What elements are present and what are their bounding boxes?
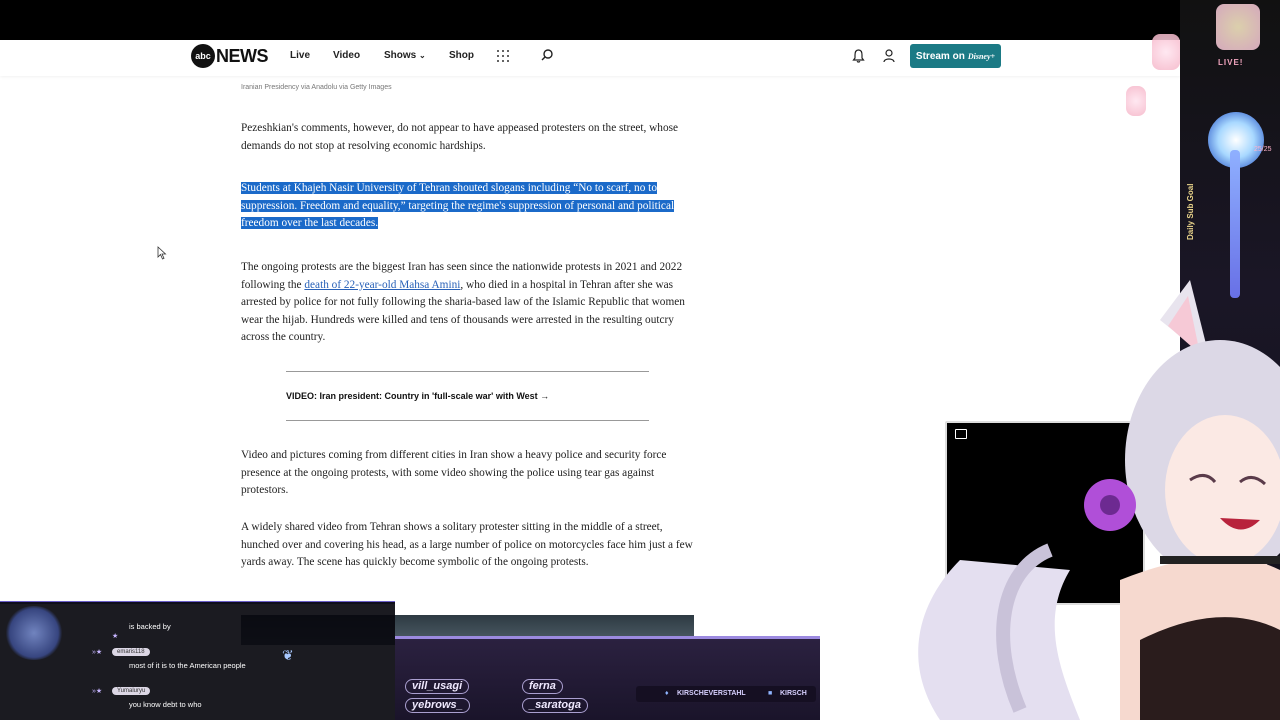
lantern-decoration [1216,4,1260,50]
nav-shop[interactable]: Shop [449,50,474,61]
chat-message: most of it is to the American people [129,661,246,670]
chat-mascot-icon [4,606,64,660]
chat-message: is backed by [129,622,171,631]
ticker-name: yebrows_ [405,698,470,713]
chat-username: Yumaluryu [112,687,151,695]
sub-goal-label: Daily Sub Goal [1186,183,1195,240]
nav-video[interactable]: Video [333,50,360,61]
butterfly-icon: ❦ [282,647,294,663]
related-video-label: VIDEO: Iran president: Country in 'full-… [286,391,538,401]
vtuber-avatar [918,280,1280,720]
abc-news-logo[interactable]: abc NEWS [191,44,269,68]
chat-chevron-icon: »★ [92,649,103,656]
ticker-name: ferna [522,679,563,694]
nav-shows[interactable]: Shows ⌄ [384,50,426,61]
related-video-box: VIDEO: Iran president: Country in 'full-… [286,371,649,421]
article-paragraph-3: The ongoing protests are the biggest Ira… [241,259,697,347]
chat-chevron-icon: ★ [112,633,119,640]
sub-goal-count: 25/25 [1254,146,1272,153]
chat-message: you know debt to who [129,700,202,709]
discord-handle: KIRSCH [780,690,807,697]
stream-on-disney-button[interactable]: Stream on Disney+ [910,44,1001,68]
abc-logo-mark: abc [191,44,215,68]
lantern-decoration [1126,86,1146,116]
related-video-link[interactable]: VIDEO: Iran president: Country in 'full-… [286,391,549,401]
article-paragraph-5: A widely shared video from Tehran shows … [241,521,693,569]
nav-shows-label: Shows [384,50,417,61]
chat-chevron-icon: »★ [92,688,103,695]
text-selection: Students at Khajeh Nasir University of T… [241,182,675,230]
site-header: abc NEWS Live Video Shows ⌄ Shop Stream … [0,40,1180,76]
screen: abc NEWS Live Video Shows ⌄ Shop Stream … [0,0,1280,720]
news-wordmark: NEWS [216,45,269,66]
search-icon[interactable] [541,49,553,61]
nav-live[interactable]: Live [290,50,310,61]
lantern-decoration [1152,34,1180,70]
ticker-name: _saratoga [522,698,588,713]
chevron-down-icon: ⌄ [419,51,426,60]
disney-plus-logo: Disney+ [967,51,996,61]
article-paragraph-1: Pezeshkian's comments, however, do not a… [241,122,679,152]
image-caption: Iranian Presidency via Anadolu via Getty… [241,84,392,91]
article-paragraph-4: Video and pictures coming from different… [241,449,667,497]
mouse-cursor-icon [157,246,167,260]
article-paragraph-2-selected[interactable]: Students at Khajeh Nasir University of T… [241,180,697,233]
arrow-right-icon: → [537,391,550,401]
user-icon[interactable] [883,49,895,63]
live-tag: LIVE! [1218,58,1244,67]
ticker-name: vill_usagi [405,679,470,694]
discord-icon: ■ [768,690,773,697]
apps-grid-icon[interactable] [497,50,509,62]
twitter-icon: ♦ [665,690,669,697]
chat-username: emaris118 [112,648,150,656]
stream-button-label: Stream on [915,50,965,62]
bell-icon[interactable] [852,49,865,63]
twitter-handle: KIRSCHEVERSTAHL [677,690,746,697]
mahsa-amini-link[interactable]: death of 22-year-old Mahsa Amini [304,279,460,291]
